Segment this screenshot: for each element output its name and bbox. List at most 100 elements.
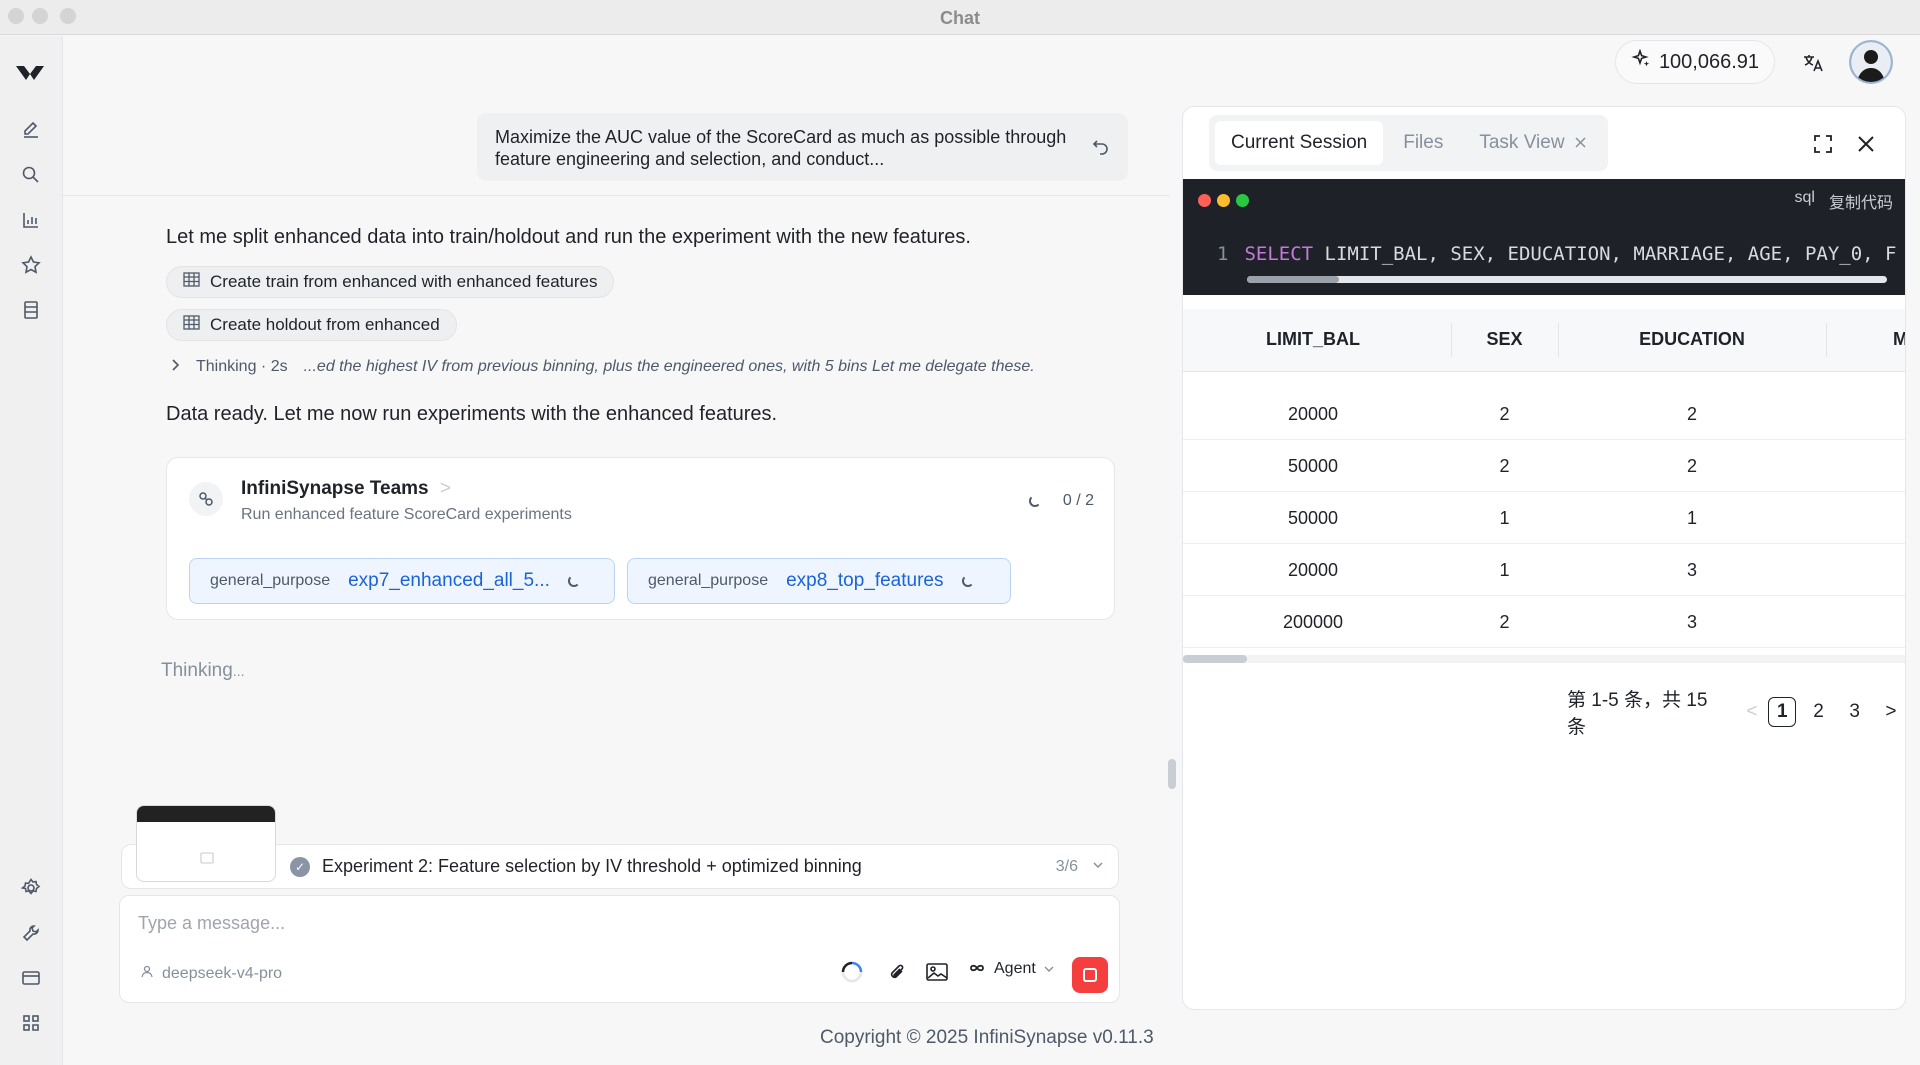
line-number: 1 bbox=[1217, 243, 1229, 265]
tool-chip[interactable]: Create train from enhanced with enhanced… bbox=[166, 266, 615, 298]
table-row[interactable]: 20000 1 3 bbox=[1183, 544, 1905, 596]
tab-files[interactable]: Files bbox=[1387, 121, 1459, 165]
search-icon[interactable] bbox=[16, 160, 46, 190]
team-chevron: > bbox=[439, 478, 451, 499]
spinner-icon bbox=[1028, 495, 1041, 507]
new-chat-icon[interactable] bbox=[16, 115, 46, 145]
page-1-button[interactable]: 1 bbox=[1768, 697, 1797, 727]
agent-label: Agent bbox=[994, 960, 1036, 977]
table-cell: 2 bbox=[1499, 612, 1510, 632]
side-panel: Current Session Files Task View sql 复制代码… bbox=[1182, 106, 1906, 1010]
close-panel-icon[interactable] bbox=[1851, 129, 1881, 159]
model-selector[interactable]: deepseek-v4-pro bbox=[140, 964, 282, 983]
page-2-button[interactable]: 2 bbox=[1804, 697, 1832, 727]
chevron-down-icon bbox=[1044, 960, 1054, 978]
table-cell: 20000 bbox=[1287, 404, 1339, 424]
page-3-button[interactable]: 3 bbox=[1841, 697, 1869, 727]
tab-task-view[interactable]: Task View bbox=[1463, 121, 1601, 165]
fullscreen-icon[interactable] bbox=[1808, 129, 1838, 159]
code-language: sql bbox=[1794, 189, 1815, 206]
thinking-snippet: ...ed the highest IV from previous binni… bbox=[303, 358, 1035, 375]
undo-icon[interactable] bbox=[1092, 137, 1110, 160]
message-input[interactable] bbox=[138, 908, 1098, 938]
table-cell: 2 bbox=[1499, 404, 1510, 424]
table-row[interactable]: 20000 2 2 bbox=[1183, 388, 1905, 440]
code-scrollbar-thumb[interactable] bbox=[1247, 276, 1339, 283]
tool-chip-label: Create train from enhanced with enhanced… bbox=[210, 272, 598, 291]
table-scrollbar-thumb[interactable] bbox=[1183, 655, 1247, 663]
team-title[interactable]: InfiniSynapse Teams > bbox=[241, 478, 451, 500]
tab-label: Task View bbox=[1479, 132, 1565, 153]
chart-icon[interactable] bbox=[16, 205, 46, 235]
table-row[interactable]: 50000 1 1 bbox=[1183, 492, 1905, 544]
table-cell: 2 bbox=[1686, 404, 1697, 424]
code-scrollbar[interactable] bbox=[1247, 276, 1887, 283]
table-cell: 1 bbox=[1686, 508, 1697, 528]
code-header: sql 复制代码 bbox=[1795, 189, 1893, 213]
translate-icon[interactable] bbox=[1800, 50, 1826, 76]
stop-icon bbox=[1083, 968, 1097, 982]
copyright: Copyright © 2025 InfiniSynapse v0.11.3 bbox=[820, 1027, 1154, 1048]
column-header[interactable]: SEX bbox=[1451, 329, 1558, 350]
assistant-text: Data ready. Let me now run experiments w… bbox=[166, 403, 778, 425]
avatar[interactable] bbox=[1849, 40, 1893, 84]
task-name: exp8_top_features bbox=[786, 570, 944, 591]
thinking-label: Thinking · 2s bbox=[196, 358, 288, 375]
prev-page-button[interactable]: < bbox=[1738, 697, 1766, 727]
copy-code-button[interactable]: 复制代码 bbox=[1829, 189, 1893, 213]
table-cell: 20000 bbox=[1287, 560, 1339, 580]
table-icon bbox=[183, 315, 200, 335]
column-separator bbox=[1826, 323, 1827, 357]
chevron-down-icon[interactable] bbox=[1092, 857, 1104, 873]
task-chip[interactable]: general_purpose exp7_enhanced_all_5... bbox=[189, 558, 615, 604]
sparkle-icon bbox=[1631, 48, 1651, 75]
result-table: LIMIT_BAL SEX EDUCATION M 20000 2 2 5000… bbox=[1183, 309, 1905, 648]
message-composer: deepseek-v4-pro Agent bbox=[119, 895, 1120, 1003]
document-icon[interactable] bbox=[16, 295, 46, 325]
star-icon[interactable] bbox=[16, 250, 46, 280]
column-header[interactable]: EDUCATION bbox=[1558, 329, 1826, 350]
table-scrollbar[interactable] bbox=[1183, 655, 1905, 663]
team-card: InfiniSynapse Teams > Run enhanced featu… bbox=[166, 457, 1115, 620]
column-header[interactable]: LIMIT_BAL bbox=[1223, 329, 1403, 350]
wrench-icon[interactable] bbox=[16, 918, 46, 948]
thinking-status: Thinking... bbox=[161, 660, 245, 682]
apps-icon[interactable] bbox=[16, 1008, 46, 1038]
task-chip[interactable]: general_purpose exp8_top_features bbox=[627, 558, 1011, 604]
image-icon[interactable] bbox=[923, 958, 951, 986]
window-title: Chat bbox=[940, 8, 980, 28]
tab-current-session[interactable]: Current Session bbox=[1215, 121, 1384, 165]
splitter-handle[interactable] bbox=[1168, 759, 1176, 789]
tab-label: Files bbox=[1403, 132, 1444, 153]
table-row[interactable]: 50000 2 2 bbox=[1183, 440, 1905, 492]
preview-thumbnail[interactable] bbox=[136, 805, 276, 882]
chevron-right-icon bbox=[170, 358, 180, 376]
thinking-dots: ... bbox=[232, 663, 245, 679]
thinking-row[interactable]: Thinking · 2s ...ed the highest IV from … bbox=[170, 358, 1035, 376]
tool-chip[interactable]: Create holdout from enhanced bbox=[166, 309, 457, 341]
credits-badge[interactable]: 100,066.91 bbox=[1615, 40, 1775, 84]
agent-mode-selector[interactable]: Agent bbox=[968, 960, 1054, 978]
logo-icon[interactable] bbox=[12, 58, 48, 88]
spinner-icon bbox=[567, 575, 580, 587]
infinity-icon bbox=[968, 960, 986, 978]
sql-keyword: SELECT bbox=[1244, 243, 1314, 265]
paperclip-icon[interactable] bbox=[883, 958, 911, 986]
tool-chip-label: Create holdout from enhanced bbox=[210, 315, 440, 334]
next-page-button[interactable]: > bbox=[1877, 697, 1905, 727]
column-header[interactable]: M bbox=[1893, 329, 1905, 350]
card-icon[interactable] bbox=[16, 963, 46, 993]
thumbnail-bar bbox=[137, 806, 275, 822]
link-icon bbox=[189, 482, 223, 516]
code-block: sql 复制代码 1 SELECT LIMIT_BAL, SEX, EDUCATI… bbox=[1183, 179, 1905, 295]
settings-icon[interactable] bbox=[16, 873, 46, 903]
check-icon: ✓ bbox=[290, 857, 310, 877]
pagination: 第 1-5 条，共 15 条 < 1 2 3 > bbox=[1567, 685, 1905, 739]
table-cell: 3 bbox=[1686, 560, 1697, 580]
stop-button[interactable] bbox=[1072, 957, 1108, 993]
table-spacer bbox=[1183, 372, 1905, 388]
code-dot-red bbox=[1198, 194, 1211, 207]
close-icon[interactable] bbox=[1575, 132, 1586, 154]
table-row[interactable]: 200000 2 3 bbox=[1183, 596, 1905, 648]
pagination-summary: 第 1-5 条，共 15 条 bbox=[1567, 690, 1708, 738]
